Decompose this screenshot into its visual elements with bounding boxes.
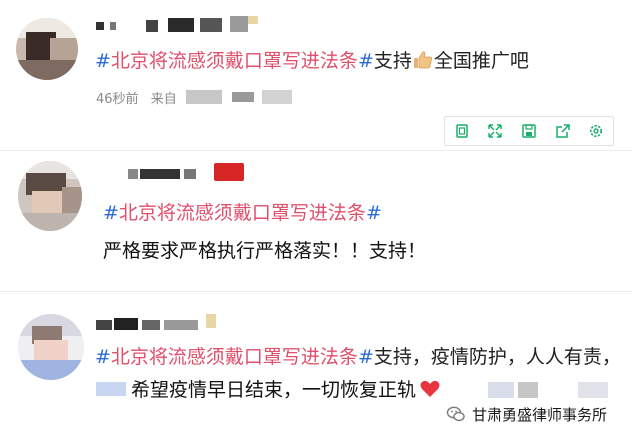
save-icon[interactable] xyxy=(518,120,540,142)
avatar[interactable] xyxy=(16,18,78,80)
hash-mark: # xyxy=(357,346,374,368)
watermark-text: 甘肃勇盛律师事务所 xyxy=(472,405,608,424)
thumbs-up-icon xyxy=(413,50,433,70)
username-redacted[interactable] xyxy=(128,163,248,181)
comment-2: #北京将流感须戴口罩写进法条# 严格要求严格执行严格落实！！支持！ xyxy=(0,151,632,291)
floating-toolbar xyxy=(444,116,614,146)
heart-icon xyxy=(419,378,441,400)
topic-tag[interactable]: #北京将流感须戴口罩写进法条# xyxy=(103,202,382,224)
comment-1: #北京将流感须戴口罩写进法条#支持 全国推广吧 46秒前 来自 xyxy=(0,0,632,150)
hash-mark: # xyxy=(365,202,382,224)
source-redacted[interactable] xyxy=(262,90,292,104)
hash-mark: # xyxy=(95,346,111,368)
source-redacted[interactable] xyxy=(232,92,254,102)
hash-mark: # xyxy=(103,202,119,224)
settings-icon[interactable] xyxy=(585,120,607,142)
expand-icon[interactable] xyxy=(484,120,506,142)
topic-tag[interactable]: #北京将流感须戴口罩写进法条# xyxy=(95,346,374,368)
hash-mark: # xyxy=(357,50,374,72)
comment-content: #北京将流感须戴口罩写进法条#支持 全国推广吧 xyxy=(95,50,529,72)
comment-body: 严格要求严格执行严格落实！！支持！ xyxy=(103,240,427,262)
wechat-icon xyxy=(446,406,465,422)
redacted-block xyxy=(96,382,126,396)
redacted-block xyxy=(578,382,608,398)
watermark: 甘肃勇盛律师事务所 xyxy=(446,402,607,426)
avatar[interactable] xyxy=(18,161,82,231)
avatar[interactable] xyxy=(18,314,84,380)
timestamp: 46秒前 xyxy=(96,92,139,107)
copy-icon[interactable] xyxy=(451,120,473,142)
comment-body: 希望疫情早日结束，一切恢复正轨 xyxy=(131,377,441,403)
redacted-block xyxy=(518,382,538,398)
source-redacted[interactable] xyxy=(186,90,222,104)
source-label: 来自 xyxy=(150,92,177,107)
hash-mark: # xyxy=(95,50,111,72)
username-redacted[interactable] xyxy=(96,314,226,332)
comment-content: #北京将流感须戴口罩写进法条# xyxy=(103,200,382,226)
comment-meta: 46秒前 来自 xyxy=(96,88,177,107)
topic-text: 北京将流感须戴口罩写进法条 xyxy=(118,202,366,224)
topic-text: 北京将流感须戴口罩写进法条 xyxy=(110,50,358,72)
topic-text: 北京将流感须戴口罩写进法条 xyxy=(110,346,358,368)
topic-tag[interactable]: #北京将流感须戴口罩写进法条# xyxy=(95,50,374,72)
comment-content: #北京将流感须戴口罩写进法条#支持，疫情防护，人人有责， xyxy=(95,346,621,368)
share-icon[interactable] xyxy=(552,120,574,142)
username-redacted[interactable] xyxy=(96,16,266,34)
redacted-block xyxy=(488,382,514,398)
